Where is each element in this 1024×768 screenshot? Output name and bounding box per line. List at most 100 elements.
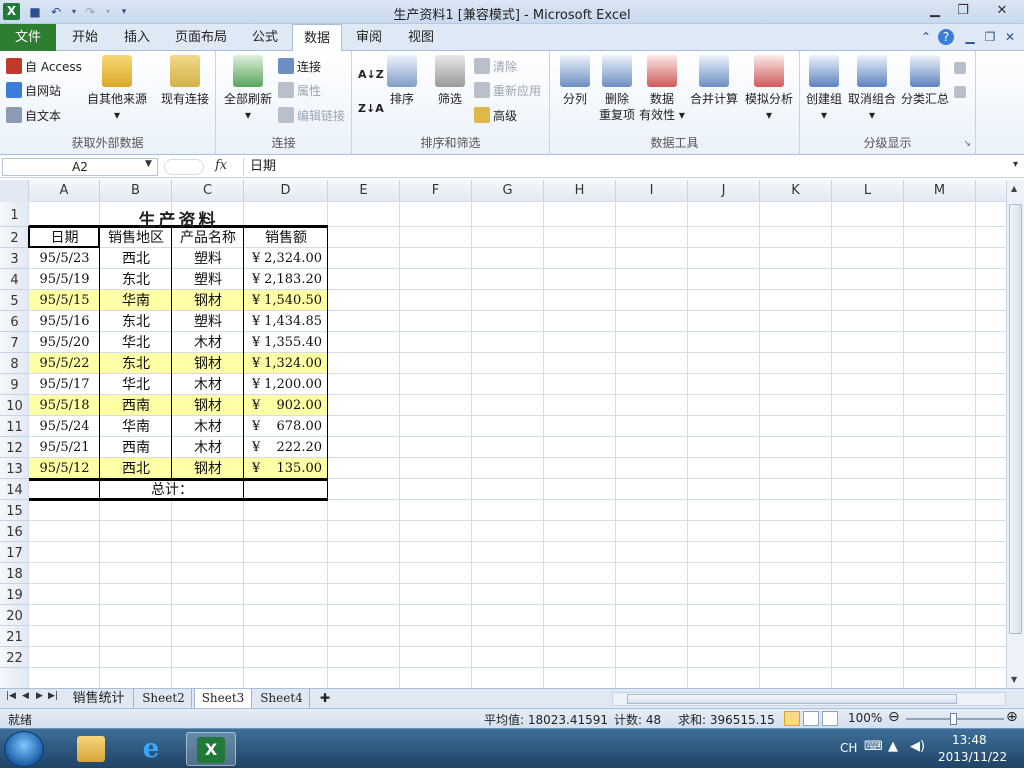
cell-date[interactable]: 95/5/17 [29, 374, 100, 395]
insert-function-icon[interactable]: fx [215, 158, 227, 173]
tab-view[interactable]: 视图 [398, 24, 444, 51]
row-header-22[interactable]: 22 [0, 647, 29, 668]
row-header-8[interactable]: 8 [0, 353, 29, 374]
volume-icon[interactable]: ◀) [910, 739, 925, 754]
row-header-1[interactable]: 1 [0, 202, 29, 227]
connections-button[interactable]: 连接 [278, 57, 321, 77]
workbook-minimize-icon[interactable]: ▁ [962, 29, 978, 45]
header-product[interactable]: 产品名称 [172, 227, 244, 248]
cell-region[interactable]: 东北 [100, 311, 172, 332]
horizontal-scrollbar[interactable] [612, 692, 1006, 706]
tab-page-layout[interactable]: 页面布局 [168, 24, 234, 51]
cell-product[interactable]: 木材 [172, 374, 244, 395]
cell-region[interactable]: 华北 [100, 374, 172, 395]
sheet-tab-sheet3[interactable]: Sheet3 [194, 689, 252, 708]
sort-ascending-icon[interactable]: A↓Z [358, 65, 384, 85]
minimize-icon[interactable]: ▁ [920, 0, 950, 22]
first-sheet-icon[interactable]: |◀ [6, 691, 16, 701]
row-header-7[interactable]: 7 [0, 332, 29, 353]
cell-date[interactable]: 95/5/24 [29, 416, 100, 437]
prev-sheet-icon[interactable]: ◀ [22, 691, 29, 701]
tab-file[interactable]: 文件 [0, 24, 56, 51]
last-sheet-icon[interactable]: ▶| [48, 691, 58, 701]
name-box[interactable]: A2 [2, 158, 158, 176]
internet-explorer-icon[interactable]: e [126, 732, 176, 766]
cell-product[interactable]: 钢材 [172, 395, 244, 416]
dialog-launcher-icon[interactable]: ↘ [963, 139, 971, 149]
from-other-sources-button[interactable]: 自其他来源 ▾ [86, 55, 148, 123]
start-button-icon[interactable] [4, 731, 44, 767]
row-header-19[interactable]: 19 [0, 584, 29, 605]
text-to-columns-button[interactable]: 分列 [556, 55, 594, 107]
row-header-16[interactable]: 16 [0, 521, 29, 542]
page-layout-view-button[interactable] [803, 711, 819, 726]
refresh-all-button[interactable]: 全部刷新 ▾ [220, 55, 276, 123]
scroll-down-icon[interactable]: ▼ [1011, 675, 1017, 684]
input-method[interactable]: CH [840, 741, 857, 755]
name-box-dropdown-icon[interactable]: ▼ [145, 159, 152, 169]
tab-review[interactable]: 审阅 [346, 24, 392, 51]
tab-formulas[interactable]: 公式 [242, 24, 288, 51]
reapply-button[interactable]: 重新应用 [474, 81, 541, 101]
row-header-4[interactable]: 4 [0, 269, 29, 290]
cell-amount[interactable]: ¥1,540.50 [244, 290, 328, 311]
vertical-scrollbar[interactable]: ▲ ▼ [1006, 180, 1024, 688]
clock-time[interactable]: 13:48 [952, 733, 987, 747]
cell-region[interactable]: 西南 [100, 437, 172, 458]
from-text-button[interactable]: 自文本 [6, 106, 61, 126]
cell-date[interactable]: 95/5/12 [29, 458, 100, 479]
cell-product[interactable]: 木材 [172, 416, 244, 437]
row-header-11[interactable]: 11 [0, 416, 29, 437]
cell-region[interactable]: 西北 [100, 248, 172, 269]
from-access-button[interactable]: 自 Access [6, 57, 82, 77]
clear-button[interactable]: 清除 [474, 57, 517, 77]
cell-date[interactable]: 95/5/22 [29, 353, 100, 374]
column-header-k[interactable]: K [760, 180, 832, 202]
hide-detail-icon[interactable] [954, 81, 969, 101]
next-sheet-icon[interactable]: ▶ [36, 691, 43, 701]
consolidate-button[interactable]: 合并计算 [688, 55, 740, 107]
row-header-6[interactable]: 6 [0, 311, 29, 332]
sheet-tab-sheet4[interactable]: Sheet4 [254, 689, 310, 708]
column-header-m[interactable]: M [904, 180, 976, 202]
row-header-21[interactable]: 21 [0, 626, 29, 647]
row-header-9[interactable]: 9 [0, 374, 29, 395]
sort-button[interactable]: 排序 [384, 55, 420, 107]
row-header-15[interactable]: 15 [0, 500, 29, 521]
subtotal-button[interactable]: 分类汇总 [900, 55, 950, 107]
cell-date[interactable]: 95/5/16 [29, 311, 100, 332]
remove-duplicates-button[interactable]: 删除 重复项 [596, 55, 638, 123]
column-header-i[interactable]: I [616, 180, 688, 202]
zoom-in-icon[interactable]: ⊕ [1006, 709, 1018, 725]
tab-home[interactable]: 开始 [62, 24, 108, 51]
cells-area[interactable]: 生产资料 日期 销售地区 产品名称 销售额 95/5/23 西北 塑料 ¥2,324.00 95/… [28, 201, 1006, 688]
header-date[interactable]: 日期 [29, 227, 100, 248]
column-header-e[interactable]: E [328, 180, 400, 202]
total-label[interactable]: 总计： [100, 479, 244, 500]
clock-date[interactable]: 2013/11/22 [938, 750, 1007, 764]
column-header-j[interactable]: J [688, 180, 760, 202]
vertical-scroll-thumb[interactable] [1009, 204, 1022, 634]
cell-region[interactable]: 华北 [100, 332, 172, 353]
normal-view-button[interactable] [784, 711, 800, 726]
cell-date[interactable]: 95/5/19 [29, 269, 100, 290]
row-header-13[interactable]: 13 [0, 458, 29, 479]
scroll-up-icon[interactable]: ▲ [1011, 184, 1017, 193]
network-icon[interactable]: ▲ [888, 739, 898, 754]
insert-sheet-icon[interactable]: ✚ [312, 689, 338, 708]
data-validation-button[interactable]: 数据 有效性 ▾ [638, 55, 686, 123]
maximize-icon[interactable]: ❐ [948, 0, 978, 22]
sheet-tab-sheet2[interactable]: Sheet2 [136, 689, 192, 708]
help-icon[interactable]: ? [938, 29, 954, 45]
header-region[interactable]: 销售地区 [100, 227, 172, 248]
cell-region[interactable]: 西南 [100, 395, 172, 416]
column-header-l[interactable]: L [832, 180, 904, 202]
row-header-3[interactable]: 3 [0, 248, 29, 269]
show-detail-icon[interactable] [954, 57, 969, 77]
column-header-b[interactable]: B [100, 180, 172, 202]
column-header-f[interactable]: F [400, 180, 472, 202]
cell-amount[interactable]: ¥2,324.00 [244, 248, 328, 269]
select-all-corner[interactable] [0, 180, 29, 202]
tab-insert[interactable]: 插入 [114, 24, 160, 51]
cell-product[interactable]: 木材 [172, 332, 244, 353]
